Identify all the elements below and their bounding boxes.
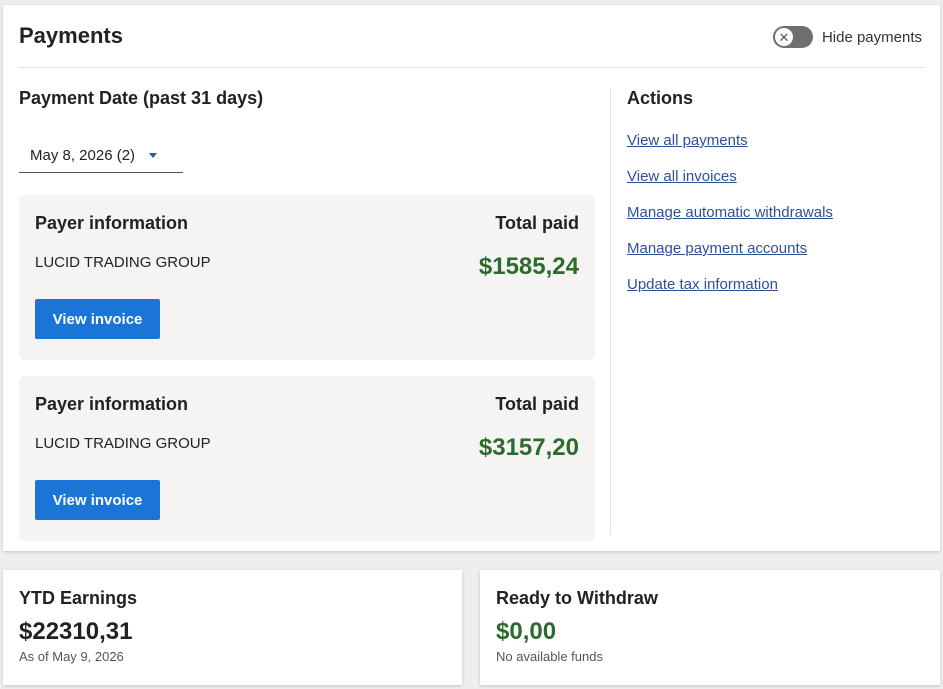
- page-title: Payments: [19, 23, 123, 48]
- view-invoice-button[interactable]: View invoice: [35, 480, 160, 520]
- payment-date-section: Payment Date (past 31 days) May 8, 2026 …: [19, 88, 595, 541]
- x-icon: ✕: [774, 28, 793, 46]
- manage-payment-accounts-link[interactable]: Manage payment accounts: [627, 240, 807, 257]
- payer-info-label: Payer information: [35, 394, 189, 414]
- manage-automatic-withdrawals-link[interactable]: Manage automatic withdrawals: [627, 204, 833, 221]
- actions-section: Actions View all payments View all invoi…: [627, 88, 927, 293]
- view-all-invoices-link[interactable]: View all invoices: [627, 168, 737, 185]
- toggle-switch[interactable]: ✕: [772, 26, 813, 48]
- ytd-earnings-amount: $22310,31: [19, 618, 133, 645]
- payment-item: Payer information Total paid LUCID TRADI…: [19, 195, 595, 360]
- ytd-earnings-title: YTD Earnings: [19, 588, 138, 608]
- payments-card: Payments ✕ Hide payments Payment Date (p…: [3, 5, 940, 551]
- payer-name: LUCID TRADING GROUP: [35, 435, 211, 452]
- actions-title: Actions: [627, 88, 694, 108]
- caret-down-icon: [149, 152, 158, 158]
- payments-header: Payments ✕ Hide payments: [19, 5, 924, 68]
- column-divider: [610, 88, 611, 535]
- payment-item: Payer information Total paid LUCID TRADI…: [19, 376, 595, 541]
- update-tax-information-link[interactable]: Update tax information: [627, 276, 778, 293]
- view-invoice-button[interactable]: View invoice: [35, 299, 160, 339]
- ready-to-withdraw-card: Ready to Withdraw $0,00 No available fun…: [480, 570, 940, 685]
- hide-payments-toggle[interactable]: ✕ Hide payments: [772, 25, 922, 49]
- payer-info-label: Payer information: [35, 213, 189, 233]
- payer-name: LUCID TRADING GROUP: [35, 254, 211, 271]
- ready-to-withdraw-title: Ready to Withdraw: [496, 588, 658, 608]
- ytd-earnings-date: As of May 9, 2026: [19, 649, 124, 664]
- payment-amount: $3157,20: [478, 434, 579, 461]
- payment-date-selected: May 8, 2026 (2): [30, 146, 136, 164]
- withdraw-note: No available funds: [496, 649, 603, 664]
- payment-amount: $1585,24: [478, 253, 579, 280]
- hide-payments-label: Hide payments: [821, 28, 922, 46]
- payment-date-title: Payment Date (past 31 days): [19, 88, 264, 108]
- total-paid-label: Total paid: [495, 213, 579, 233]
- total-paid-label: Total paid: [495, 394, 579, 414]
- ytd-earnings-card: YTD Earnings $22310,31 As of May 9, 2026: [3, 570, 462, 685]
- view-all-payments-link[interactable]: View all payments: [627, 132, 748, 149]
- payment-date-dropdown[interactable]: May 8, 2026 (2): [19, 138, 183, 173]
- withdraw-amount: $0,00: [496, 618, 557, 645]
